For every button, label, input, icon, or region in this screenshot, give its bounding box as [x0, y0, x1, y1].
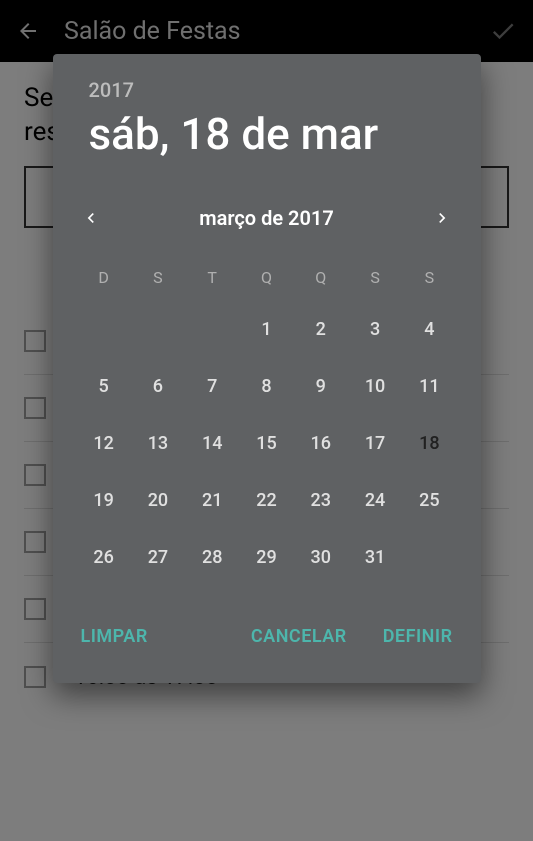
- day-cell[interactable]: 10: [348, 358, 402, 415]
- picker-header: 2017 sáb, 18 de mar: [53, 54, 481, 186]
- next-month-icon[interactable]: [432, 208, 452, 228]
- weekday-header: Q: [294, 254, 348, 301]
- picker-actions: LIMPAR CANCELAR DEFINIR: [53, 610, 481, 683]
- weekday-header: D: [77, 254, 131, 301]
- day-cell[interactable]: 8: [239, 358, 293, 415]
- weekday-header: Q: [239, 254, 293, 301]
- day-cell[interactable]: 31: [348, 529, 402, 586]
- day-cell[interactable]: 9: [294, 358, 348, 415]
- day-cell[interactable]: 30: [294, 529, 348, 586]
- weekday-headers: DSTQQSS: [77, 254, 457, 301]
- day-cell[interactable]: 25: [402, 472, 456, 529]
- day-cell[interactable]: 4: [402, 301, 456, 358]
- day-cell[interactable]: 3: [348, 301, 402, 358]
- day-cell[interactable]: 15: [239, 415, 293, 472]
- day-cell[interactable]: 26: [77, 529, 131, 586]
- weekday-header: S: [348, 254, 402, 301]
- modal-overlay: 2017 sáb, 18 de mar março de 2017 DSTQQS…: [0, 0, 533, 841]
- day-cell[interactable]: 5: [77, 358, 131, 415]
- day-cell[interactable]: 24: [348, 472, 402, 529]
- day-cell[interactable]: 18: [402, 415, 456, 472]
- date-picker-dialog: 2017 sáb, 18 de mar março de 2017 DSTQQS…: [53, 54, 481, 683]
- day-cell[interactable]: 12: [77, 415, 131, 472]
- day-cell[interactable]: 29: [239, 529, 293, 586]
- day-cell[interactable]: 19: [77, 472, 131, 529]
- weekday-header: S: [402, 254, 456, 301]
- day-cell[interactable]: 1: [239, 301, 293, 358]
- calendar-grid: DSTQQSS 12345678910111213141516171819202…: [53, 246, 481, 610]
- day-cell[interactable]: 22: [239, 472, 293, 529]
- day-cell[interactable]: 21: [185, 472, 239, 529]
- day-cell[interactable]: 23: [294, 472, 348, 529]
- month-label: março de 2017: [199, 206, 334, 230]
- day-cell[interactable]: 14: [185, 415, 239, 472]
- day-cell[interactable]: 16: [294, 415, 348, 472]
- weekday-header: T: [185, 254, 239, 301]
- day-cell[interactable]: 20: [131, 472, 185, 529]
- days-grid: 1234567891011121314151617181920212223242…: [77, 301, 457, 586]
- day-cell[interactable]: 27: [131, 529, 185, 586]
- clear-button[interactable]: LIMPAR: [77, 618, 152, 655]
- day-cell[interactable]: 2: [294, 301, 348, 358]
- day-cell[interactable]: 13: [131, 415, 185, 472]
- month-navigation: março de 2017: [53, 186, 481, 246]
- cancel-button[interactable]: CANCELAR: [247, 618, 351, 655]
- day-cell[interactable]: 6: [131, 358, 185, 415]
- day-cell[interactable]: 28: [185, 529, 239, 586]
- weekday-header: S: [131, 254, 185, 301]
- picker-year[interactable]: 2017: [89, 78, 445, 102]
- day-cell[interactable]: 7: [185, 358, 239, 415]
- day-cell[interactable]: 17: [348, 415, 402, 472]
- picker-full-date[interactable]: sáb, 18 de mar: [89, 110, 445, 158]
- prev-month-icon[interactable]: [81, 208, 101, 228]
- set-button[interactable]: DEFINIR: [379, 618, 457, 655]
- day-cell[interactable]: 11: [402, 358, 456, 415]
